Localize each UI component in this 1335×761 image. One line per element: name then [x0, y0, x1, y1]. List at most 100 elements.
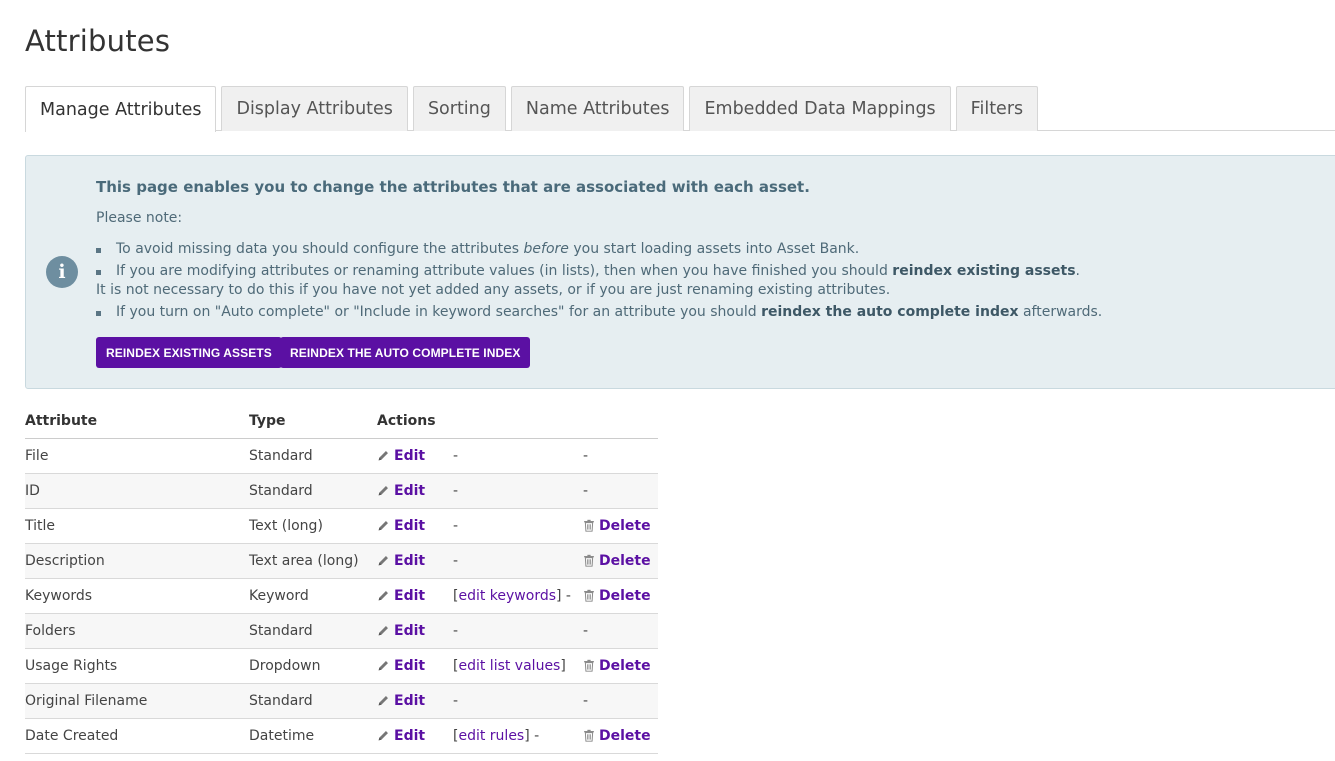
extra-cell: -: [453, 438, 583, 474]
edit-button[interactable]: Edit: [377, 483, 425, 499]
bullet-1-text-end: you start loading assets into Asset Bank…: [568, 241, 860, 257]
extra-cell: -: [453, 613, 583, 649]
dash: -: [583, 482, 589, 499]
dash: -: [453, 552, 459, 569]
delete-label[interactable]: Delete: [599, 588, 651, 604]
header-actions: Actions: [377, 404, 453, 439]
attribute-type: Dropdown: [249, 648, 377, 684]
extra-action-link[interactable]: edit list values: [458, 658, 560, 674]
edit-label[interactable]: Edit: [394, 693, 425, 709]
bullet-1-text: To avoid missing data you should configu…: [116, 241, 524, 257]
edit-label[interactable]: Edit: [394, 623, 425, 639]
bracket: ]: [560, 657, 566, 674]
pencil-icon: [378, 730, 388, 740]
table-row: Title Text (long) Edit - Delete: [25, 508, 658, 544]
trash-icon: [584, 659, 594, 672]
edit-cell: Edit: [377, 543, 453, 579]
trash-icon: [584, 554, 594, 567]
reindex-existing-assets-button[interactable]: REINDEX EXISTING ASSETS: [96, 337, 282, 368]
info-icon: i: [46, 256, 78, 288]
bullet-2-text-end: .: [1075, 263, 1080, 279]
pencil-icon: [378, 590, 388, 600]
extra-cell: -: [453, 543, 583, 579]
extra-suffix: -: [561, 587, 571, 604]
edit-cell: Edit: [377, 508, 453, 544]
tab-display-attributes[interactable]: Display Attributes: [221, 86, 408, 131]
edit-label[interactable]: Edit: [394, 588, 425, 604]
header-blank: [453, 404, 583, 439]
dash: -: [453, 482, 459, 499]
info-note: Please note:: [96, 210, 183, 226]
edit-button[interactable]: Edit: [377, 658, 425, 674]
edit-button[interactable]: Edit: [377, 588, 425, 604]
bullet-3-text: If you turn on "Auto complete" or "Inclu…: [116, 304, 762, 320]
dash: -: [453, 692, 459, 709]
trash-icon: [584, 519, 594, 532]
attribute-type: Text (long): [249, 508, 377, 544]
edit-label[interactable]: Edit: [394, 728, 425, 744]
delete-cell: Delete: [583, 508, 658, 544]
extra-cell: [edit keywords] -: [453, 578, 583, 614]
reindex-auto-complete-button[interactable]: REINDEX THE AUTO COMPLETE INDEX: [280, 337, 531, 368]
delete-cell: Delete: [583, 578, 658, 614]
bullet-3-text-end: afterwards.: [1018, 304, 1103, 320]
attribute-name: ID: [25, 473, 249, 509]
attribute-type: Text area (long): [249, 543, 377, 579]
table-row: Original Filename Standard Edit - -: [25, 683, 658, 719]
table-row: Folders Standard Edit - -: [25, 613, 658, 649]
delete-button[interactable]: Delete: [583, 553, 651, 569]
extra-cell: -: [453, 683, 583, 719]
edit-cell: Edit: [377, 648, 453, 684]
attribute-name: Date Created: [25, 718, 249, 754]
extra-action-link[interactable]: edit keywords: [458, 588, 556, 604]
pencil-icon: [378, 450, 388, 460]
tab-manage-attributes[interactable]: Manage Attributes: [25, 86, 217, 132]
attribute-type: Datetime: [249, 718, 377, 754]
edit-cell: Edit: [377, 438, 453, 474]
delete-label[interactable]: Delete: [599, 728, 651, 744]
extra-action-link[interactable]: edit rules: [458, 728, 524, 744]
pencil-icon: [378, 555, 388, 565]
edit-label[interactable]: Edit: [394, 483, 425, 499]
delete-label[interactable]: Delete: [599, 518, 651, 534]
edit-cell: Edit: [377, 473, 453, 509]
edit-label[interactable]: Edit: [394, 553, 425, 569]
edit-button[interactable]: Edit: [377, 623, 425, 639]
delete-cell: -: [583, 438, 658, 474]
tab-filters[interactable]: Filters: [955, 86, 1039, 131]
pencil-icon: [378, 485, 388, 495]
tab-sorting[interactable]: Sorting: [412, 86, 506, 131]
table-row: Keywords Keyword Edit [edit keywords] - Dele…: [25, 578, 658, 614]
edit-button[interactable]: Edit: [377, 518, 425, 534]
table-row: File Standard Edit - -: [25, 438, 658, 474]
edit-button[interactable]: Edit: [377, 693, 425, 709]
extra-cell: -: [453, 473, 583, 509]
delete-cell: Delete: [583, 543, 658, 579]
attribute-type: Standard: [249, 683, 377, 719]
edit-button[interactable]: Edit: [377, 448, 425, 464]
page-title: Attributes: [25, 24, 171, 58]
delete-cell: -: [583, 683, 658, 719]
pencil-icon: [378, 625, 388, 635]
table-row: Description Text area (long) Edit - Delete: [25, 543, 658, 579]
delete-button[interactable]: Delete: [583, 518, 651, 534]
edit-button[interactable]: Edit: [377, 728, 425, 744]
delete-label[interactable]: Delete: [599, 658, 651, 674]
delete-label[interactable]: Delete: [599, 553, 651, 569]
tab-embedded-data-mappings[interactable]: Embedded Data Mappings: [689, 86, 951, 131]
dash: -: [453, 517, 459, 534]
tab-bar: Manage Attributes Display Attributes Sor…: [25, 86, 1335, 132]
tab-name-attributes[interactable]: Name Attributes: [510, 86, 685, 131]
edit-label[interactable]: Edit: [394, 658, 425, 674]
edit-label[interactable]: Edit: [394, 518, 425, 534]
info-panel: i This page enables you to change the at…: [25, 155, 1335, 389]
delete-cell: -: [583, 613, 658, 649]
extra-cell: -: [453, 508, 583, 544]
delete-button[interactable]: Delete: [583, 588, 651, 604]
delete-button[interactable]: Delete: [583, 658, 651, 674]
delete-button[interactable]: Delete: [583, 728, 651, 744]
edit-button[interactable]: Edit: [377, 553, 425, 569]
info-bullet-2: If you are modifying attributes or renam…: [96, 263, 1080, 279]
edit-label[interactable]: Edit: [394, 448, 425, 464]
dash: -: [453, 447, 459, 464]
